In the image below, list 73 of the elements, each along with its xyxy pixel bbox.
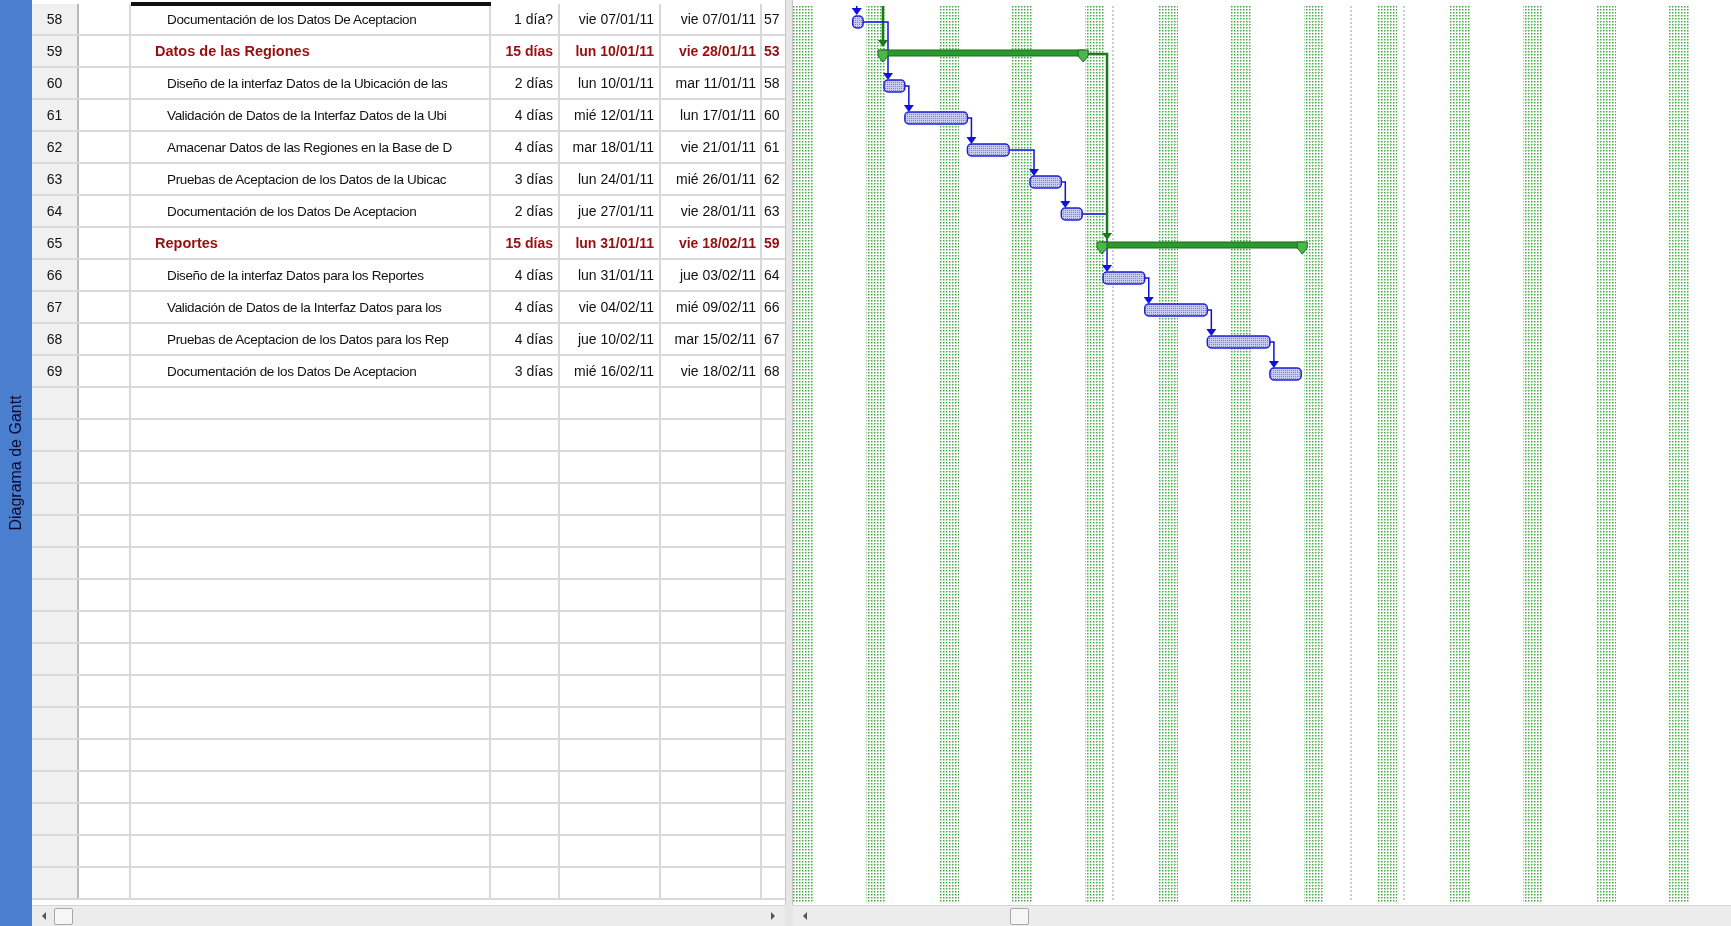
finish-date-cell: mié 26/01/11 (661, 164, 762, 194)
finish-date-cell: vie 07/01/11 (661, 4, 762, 34)
predecessors-cell-text: 53 (763, 42, 781, 61)
task-name-cell: Diseño de la interfaz Datos para los Reportes (131, 260, 491, 290)
finish-date-cell: vie 18/02/11 (661, 228, 762, 258)
duration-cell: 4 días (491, 292, 560, 322)
start-date-cell: lun 31/01/11 (560, 260, 661, 290)
start-date-cell: jue 10/02/11 (560, 324, 661, 354)
row-number[interactable]: 58 (32, 4, 79, 34)
duration-cell: 4 días (491, 260, 560, 290)
task-name-cell: Validación de Datos de la Interfaz Datos de la Ubi (131, 100, 491, 130)
finish-date-cell: mar 11/01/11 (661, 68, 762, 98)
start-date-cell: lun 24/01/11 (560, 164, 661, 194)
duration-cell: 3 días (491, 356, 560, 386)
task-name-cell: Documentación de los Datos De Aceptacion (131, 356, 491, 386)
duration-cell: 4 días (491, 132, 560, 162)
row-number[interactable]: 65 (32, 228, 79, 258)
row-number[interactable]: 62 (32, 132, 79, 162)
task-name-cell: Diseño de la interfaz Datos de la Ubicación de las (131, 68, 491, 98)
predecessors-cell-text: 59 (763, 234, 781, 253)
start-date-cell: vie 07/01/11 (560, 4, 661, 34)
predecessors-cell-text: 62 (763, 170, 781, 189)
task-name-cell: Documentación de los Datos De Aceptacion (131, 196, 491, 226)
finish-date-cell: mié 09/02/11 (661, 292, 762, 322)
finish-date-cell: jue 03/02/11 (661, 260, 762, 290)
predecessors-cell-text: 61 (763, 138, 781, 157)
row-number[interactable]: 69 (32, 356, 79, 386)
row-number[interactable]: 60 (32, 68, 79, 98)
task-name-cell: Amacenar Datos de las Regiones en la Base de D (131, 132, 491, 162)
predecessors-cell-text: 60 (763, 106, 781, 125)
task-name-cell: Pruebas de Aceptacion de los Datos para los Rep (131, 324, 491, 354)
task-name-cell: Pruebas de Aceptacion de los Datos de la Ubicac (131, 164, 491, 194)
predecessors-cell-text: 64 (763, 266, 781, 285)
row-number[interactable]: 66 (32, 260, 79, 290)
predecessors-cell-text: 67 (763, 330, 781, 349)
duration-cell: 2 días (491, 196, 560, 226)
row-number[interactable]: 68 (32, 324, 79, 354)
finish-date-cell: mar 15/02/11 (661, 324, 762, 354)
predecessors-cell-text: 63 (763, 202, 781, 221)
finish-date-cell: vie 28/01/11 (661, 196, 762, 226)
task-name-cell: Documentación de los Datos De Aceptacion (131, 4, 491, 34)
finish-date-cell: vie 18/02/11 (661, 356, 762, 386)
duration-cell: 1 día? (491, 4, 560, 34)
predecessors-cell-text: 68 (763, 362, 781, 381)
start-date-cell: mié 12/01/11 (560, 100, 661, 130)
task-name-cell: Datos de las Regiones (131, 36, 491, 66)
start-date-cell: lun 10/01/11 (560, 36, 661, 66)
predecessors-cell-text: 66 (763, 298, 781, 317)
finish-date-cell: lun 17/01/11 (661, 100, 762, 130)
task-name-cell: Validación de Datos de la Interfaz Datos para los (131, 292, 491, 322)
row-number[interactable]: 67 (32, 292, 79, 322)
start-date-cell: mar 18/01/11 (560, 132, 661, 162)
finish-date-cell: vie 21/01/11 (661, 132, 762, 162)
duration-cell: 3 días (491, 164, 560, 194)
finish-date-cell: vie 28/01/11 (661, 36, 762, 66)
row-number[interactable]: 59 (32, 36, 79, 66)
start-date-cell: lun 10/01/11 (560, 68, 661, 98)
duration-cell: 15 días (491, 36, 560, 66)
duration-cell: 2 días (491, 68, 560, 98)
task-name-cell: Reportes (131, 228, 491, 258)
row-number[interactable]: 64 (32, 196, 79, 226)
start-date-cell: lun 31/01/11 (560, 228, 661, 258)
duration-cell: 4 días (491, 324, 560, 354)
start-date-cell: jue 27/01/11 (560, 196, 661, 226)
duration-cell: 15 días (491, 228, 560, 258)
row-number[interactable]: 61 (32, 100, 79, 130)
row-number[interactable]: 63 (32, 164, 79, 194)
start-date-cell: vie 04/02/11 (560, 292, 661, 322)
predecessors-cell-text: 58 (763, 74, 781, 93)
predecessors-cell-text: 57 (763, 10, 781, 29)
view-label: Diagrama de Gantt (7, 395, 25, 531)
start-date-cell: mié 16/02/11 (560, 356, 661, 386)
duration-cell: 4 días (491, 100, 560, 130)
